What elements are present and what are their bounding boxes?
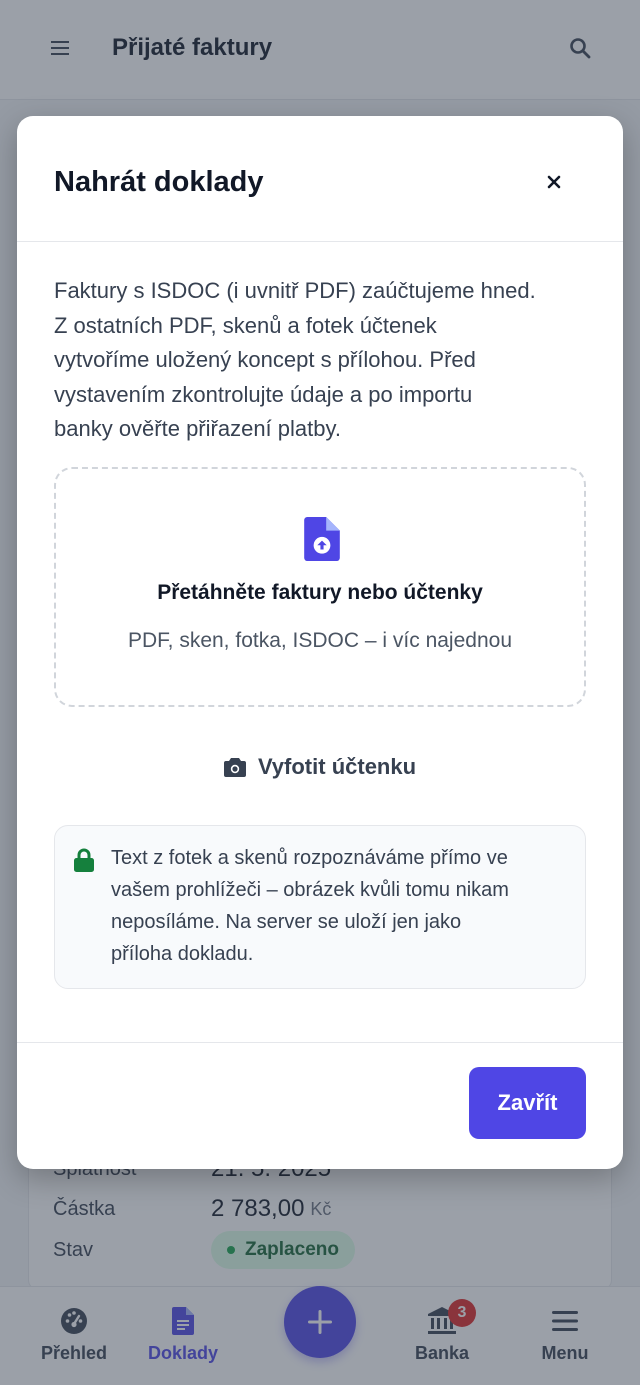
modal-description: Faktury s ISDOC (i uvnitř PDF) zaúčtujem… (54, 274, 594, 447)
privacy-info-box: Text z fotek a skenů rozpoznáváme přímo … (54, 825, 586, 989)
info-line: Text z fotek a skenů rozpoznáváme přímo … (111, 847, 508, 869)
privacy-info-text: Text z fotek a skenů rozpoznáváme přímo … (111, 842, 571, 970)
description-line: vystavením zkontrolujte údaje a po impor… (54, 381, 473, 407)
dropzone-subtitle: PDF, sken, fotka, ISDOC – i víc najednou (127, 629, 512, 652)
description-line: Faktury s ISDOC (i uvnitř PDF) zaúčtujem… (54, 278, 536, 303)
lock-icon (74, 848, 94, 872)
description-line: Z ostatních PDF, skenů a fotek účtenek (54, 312, 437, 338)
description-line: banky ověřte přiřazení platby. (54, 416, 341, 441)
modal-title: Nahrát doklady (54, 166, 264, 198)
modal-header: Nahrát doklady (17, 116, 623, 242)
take-photo-button[interactable]: Vyfotit účtenku (54, 746, 586, 788)
camera-icon (223, 757, 246, 777)
close-button[interactable]: Zavřít (469, 1067, 586, 1139)
take-photo-label: Vyfotit účtenku (257, 754, 417, 779)
upload-documents-modal: Nahrát doklady Faktury s ISDOC (i uvnitř… (17, 116, 623, 1169)
file-upload-icon (304, 517, 340, 561)
dropzone-title: Přetáhněte faktury nebo účtenky (157, 581, 483, 604)
close-icon (547, 175, 561, 189)
description-line: vytvoříme uložený koncept s přílohou. Př… (54, 347, 476, 372)
info-line: vašem prohlížeči – obrázek kvůli tomu ni… (111, 879, 509, 901)
close-modal-button[interactable] (538, 166, 570, 198)
modal-footer: Zavřít (17, 1042, 623, 1169)
info-line: příloha dokladu. (111, 943, 254, 965)
info-line: neposíláme. Na server se uloží jen jako (111, 911, 462, 933)
file-dropzone[interactable]: Přetáhněte faktury nebo účtenky PDF, ske… (54, 467, 586, 707)
